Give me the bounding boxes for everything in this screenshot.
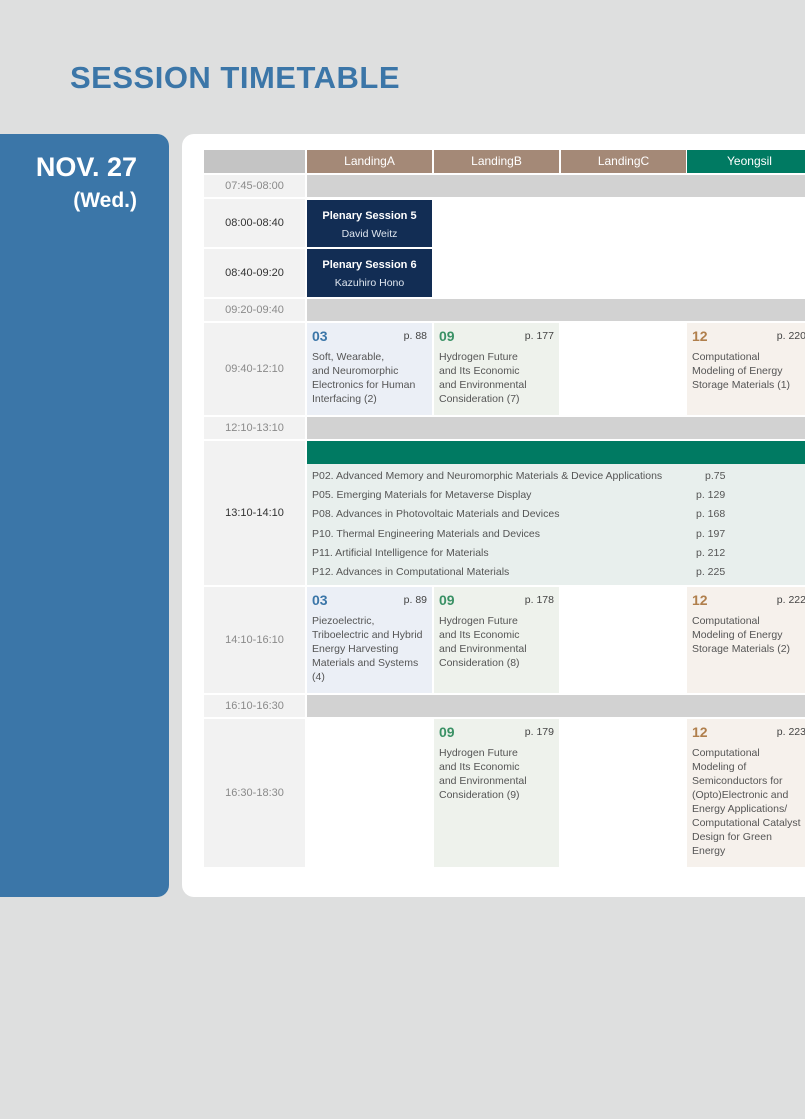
poster-session-bar bbox=[307, 441, 805, 464]
time-slot: 08:00-08:40 bbox=[204, 199, 305, 247]
session-name: Hydrogen Future and Its Economic and Env… bbox=[439, 747, 527, 801]
time-slot: 14:10-16:10 bbox=[204, 587, 305, 693]
poster-page: p. 129 bbox=[696, 489, 726, 501]
plenary-title: Plenary Session 5 bbox=[322, 210, 417, 222]
time-slot: 09:20-09:40 bbox=[204, 299, 305, 321]
poster-page: p. 197 bbox=[696, 528, 726, 540]
poster-page: p. 168 bbox=[696, 508, 726, 520]
time-slot: 16:10-16:30 bbox=[204, 695, 305, 717]
session-card-12[interactable]: 12 p. 222 Computational Modeling of Ener… bbox=[687, 587, 805, 693]
session-name: Computational Modeling of Semiconductors… bbox=[692, 747, 801, 857]
column-header-yeongsil: Yeongsil bbox=[687, 150, 805, 173]
session-name: Computational Modeling of Energy Storage… bbox=[692, 615, 791, 655]
poster-item[interactable]: P10. Thermal Engineering Materials and D… bbox=[312, 528, 540, 540]
session-card-03[interactable]: 03 p. 89 Piezoelectric, Triboelectric an… bbox=[307, 587, 432, 693]
poster-page: p.75 bbox=[705, 470, 726, 482]
session-card-09[interactable]: 09 p. 179 Hydrogen Future and Its Econom… bbox=[434, 719, 559, 867]
break-bar bbox=[307, 695, 805, 717]
poster-page: p. 225 bbox=[696, 566, 726, 578]
header-corner bbox=[204, 150, 305, 173]
time-slot: 08:40-09:20 bbox=[204, 249, 305, 297]
session-page: p. 89 bbox=[403, 594, 427, 606]
plenary-session-5[interactable]: Plenary Session 5 David Weitz bbox=[307, 200, 432, 247]
weekday-label: (Wed.) bbox=[73, 189, 137, 212]
break-bar bbox=[307, 299, 805, 321]
session-name: Computational Modeling of Energy Storage… bbox=[692, 351, 791, 391]
session-name: Piezoelectric, Triboelectric and Hybrid … bbox=[312, 615, 423, 683]
session-page: p. 178 bbox=[524, 594, 554, 606]
break-bar bbox=[307, 175, 805, 197]
poster-list: P02. Advanced Memory and Neuromorphic Ma… bbox=[307, 464, 805, 585]
session-name: Hydrogen Future and Its Economic and Env… bbox=[439, 615, 527, 669]
poster-item[interactable]: P12. Advances in Computational Materials bbox=[312, 566, 509, 578]
time-slot: 16:30-18:30 bbox=[204, 719, 305, 867]
page-title: SESSION TIMETABLE bbox=[70, 60, 401, 95]
session-card-12[interactable]: 12 p. 220 Computational Modeling of Ener… bbox=[687, 323, 805, 415]
poster-item[interactable]: P05. Emerging Materials for Metaverse Di… bbox=[312, 489, 531, 501]
column-header-landingb: LandingB bbox=[434, 150, 559, 173]
plenary-speaker: Kazuhiro Hono bbox=[334, 277, 405, 289]
timetable-card: LandingA LandingB LandingC Yeongsil 07:4… bbox=[182, 134, 805, 897]
session-page: p. 177 bbox=[524, 330, 554, 342]
column-header-landinga: LandingA bbox=[307, 150, 432, 173]
time-slot: 07:45-08:00 bbox=[204, 175, 305, 197]
session-card-03[interactable]: 03 p. 88 Soft, Wearable, and Neuromorphi… bbox=[307, 323, 432, 415]
date-panel: NOV. 27 (Wed.) bbox=[0, 134, 169, 897]
session-page: p. 222 bbox=[776, 594, 805, 606]
poster-item[interactable]: P08. Advances in Photovoltaic Materials … bbox=[312, 508, 559, 520]
time-slot: 09:40-12:10 bbox=[204, 323, 305, 415]
time-slot: 12:10-13:10 bbox=[204, 417, 305, 439]
column-header-landingc: LandingC bbox=[561, 150, 686, 173]
plenary-title: Plenary Session 6 bbox=[322, 259, 417, 271]
session-page: p. 88 bbox=[403, 330, 427, 342]
session-card-09[interactable]: 09 p. 177 Hydrogen Future and Its Econom… bbox=[434, 323, 559, 415]
date-label: NOV. 27 bbox=[35, 152, 137, 182]
session-card-12[interactable]: 12 p. 223 Computational Modeling of Semi… bbox=[687, 719, 805, 867]
break-bar bbox=[307, 417, 805, 439]
poster-item[interactable]: P11. Artificial Intelligence for Materia… bbox=[312, 547, 489, 559]
time-slot: 13:10-14:10 bbox=[204, 441, 305, 585]
session-name: Hydrogen Future and Its Economic and Env… bbox=[439, 351, 527, 405]
session-page: p. 223 bbox=[776, 726, 805, 738]
session-card-09[interactable]: 09 p. 178 Hydrogen Future and Its Econom… bbox=[434, 587, 559, 693]
poster-item[interactable]: P02. Advanced Memory and Neuromorphic Ma… bbox=[312, 470, 662, 482]
plenary-session-6[interactable]: Plenary Session 6 Kazuhiro Hono bbox=[307, 249, 432, 297]
session-name: Soft, Wearable, and Neuromorphic Electro… bbox=[312, 351, 416, 405]
plenary-speaker: David Weitz bbox=[341, 228, 398, 240]
session-page: p. 220 bbox=[776, 330, 805, 342]
poster-page: p. 212 bbox=[696, 547, 726, 559]
session-page: p. 179 bbox=[524, 726, 554, 738]
